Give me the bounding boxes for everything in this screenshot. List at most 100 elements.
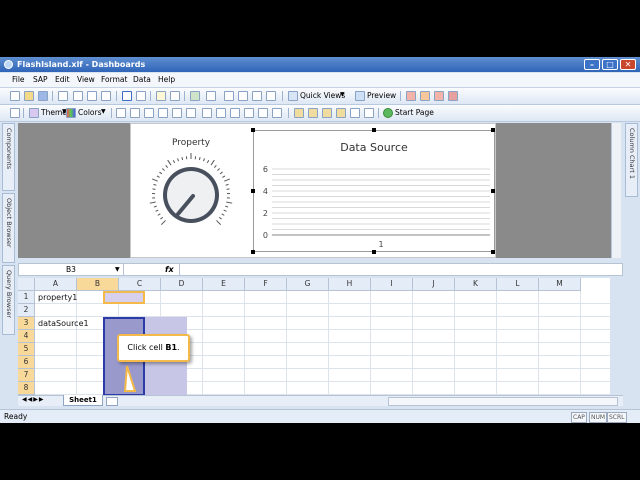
center-icon[interactable] [272,108,282,118]
column-header-f[interactable]: F [245,278,287,291]
paste-icon[interactable] [101,91,111,101]
row-header-8[interactable]: 8 [18,382,35,395]
row-header-7[interactable]: 7 [18,369,35,382]
select-pointer-icon[interactable] [156,91,166,101]
properties-icon[interactable] [10,108,20,118]
chevron-down-icon[interactable]: ▼ [101,108,106,115]
menu-edit[interactable]: Edit [55,75,70,84]
column-header-d[interactable]: D [161,278,203,291]
column-header-j[interactable]: J [413,278,455,291]
space-v-icon[interactable] [258,108,268,118]
undo-icon[interactable] [122,91,132,101]
new-sheet-icon[interactable] [106,397,118,406]
dashboard-canvas[interactable]: Property Data Source 02461 [18,123,611,258]
sheet-nav-arrows-icon[interactable]: ◀◀▶▶ [22,396,44,403]
components-tab[interactable]: Components [2,123,15,191]
maximize-button[interactable]: □ [602,59,618,70]
cell-a3[interactable]: dataSource1 [38,319,89,328]
column-header-e[interactable]: E [203,278,245,291]
size-width-icon[interactable] [202,108,212,118]
canvas-scrollbar[interactable] [611,123,621,258]
select-all-corner[interactable] [18,278,35,291]
copy-icon[interactable] [87,91,97,101]
row-header-1[interactable]: 1 [18,291,35,304]
size-both-icon[interactable] [230,108,240,118]
menu-data[interactable]: Data [133,75,151,84]
cut-icon[interactable] [73,91,83,101]
resize-handle[interactable] [372,250,376,254]
column-header-c[interactable]: C [119,278,161,291]
crosshair-icon[interactable] [170,91,180,101]
resize-handle[interactable] [491,250,495,254]
name-box[interactable]: B3 [19,264,124,275]
export-flash-icon[interactable] [420,91,430,101]
forward-icon[interactable] [322,108,332,118]
resize-handle[interactable] [491,189,495,193]
ungroup-icon[interactable] [364,108,374,118]
start-page-button[interactable]: Start Page [395,108,434,117]
space-h-icon[interactable] [244,108,254,118]
preview-button[interactable]: Preview [367,91,396,100]
resize-handle[interactable] [251,250,255,254]
properties-panel-tab[interactable]: Column Chart 1 [625,123,638,197]
column-header-g[interactable]: G [287,278,329,291]
column-header-k[interactable]: K [455,278,497,291]
row-header-6[interactable]: 6 [18,356,35,369]
close-button[interactable]: ✕ [620,59,636,70]
align-right-icon[interactable] [144,108,154,118]
object-browser-tab[interactable]: Object Browser [2,193,15,263]
grid-icon[interactable] [206,91,216,101]
formula-input[interactable] [179,264,620,275]
export-ppt-icon[interactable] [434,91,444,101]
horizontal-scrollbar[interactable] [388,397,618,406]
publish-icon[interactable] [406,91,416,101]
snap-icon[interactable] [266,91,276,101]
quick-views-button[interactable]: Quick Views [300,91,345,100]
row-header-3[interactable]: 3 [18,317,35,330]
bring-front-icon[interactable] [294,108,304,118]
menu-sap[interactable]: SAP [33,75,48,84]
fit-icon[interactable] [224,91,234,101]
row-header-4[interactable]: 4 [18,330,35,343]
align-bottom-icon[interactable] [186,108,196,118]
export-icon[interactable] [190,91,200,101]
align-middle-icon[interactable] [172,108,182,118]
chevron-down-icon[interactable]: ▼ [340,91,345,98]
menu-file[interactable]: File [12,75,25,84]
redo-icon[interactable] [136,91,146,101]
menu-view[interactable]: View [77,75,95,84]
zoom-out-icon[interactable] [252,91,262,101]
minimize-button[interactable]: – [584,59,600,70]
align-center-icon[interactable] [130,108,140,118]
size-height-icon[interactable] [216,108,226,118]
export-pdf-icon[interactable] [448,91,458,101]
query-browser-tab[interactable]: Query Browser [2,265,15,335]
resize-handle[interactable] [251,189,255,193]
column-header-a[interactable]: A [35,278,77,291]
column-header-i[interactable]: I [371,278,413,291]
backward-icon[interactable] [336,108,346,118]
group-icon[interactable] [350,108,360,118]
align-left-icon[interactable] [116,108,126,118]
open-icon[interactable] [24,91,34,101]
column-header-l[interactable]: L [497,278,539,291]
colors-button[interactable]: Colors [78,108,102,117]
fx-icon[interactable]: fx [165,264,174,275]
align-top-icon[interactable] [158,108,168,118]
dial-gauge[interactable] [148,152,234,238]
save-icon[interactable] [38,91,48,101]
row-header-2[interactable]: 2 [18,304,35,317]
chevron-down-icon[interactable]: ▼ [115,264,120,275]
resize-handle[interactable] [372,128,376,132]
column-chart[interactable]: Data Source 02461 [253,130,495,252]
sheet-tab[interactable]: Sheet1 [63,395,103,406]
column-header-m[interactable]: M [539,278,581,291]
resize-handle[interactable] [251,128,255,132]
menu-format[interactable]: Format [101,75,127,84]
print-icon[interactable] [58,91,68,101]
column-header-b[interactable]: B [77,278,119,291]
cell-a1[interactable]: property1 [38,293,77,302]
row-header-5[interactable]: 5 [18,343,35,356]
embedded-spreadsheet[interactable]: ABCDEFGHIJKLM 12345678 property1 dataSou… [18,278,610,396]
new-icon[interactable] [10,91,20,101]
